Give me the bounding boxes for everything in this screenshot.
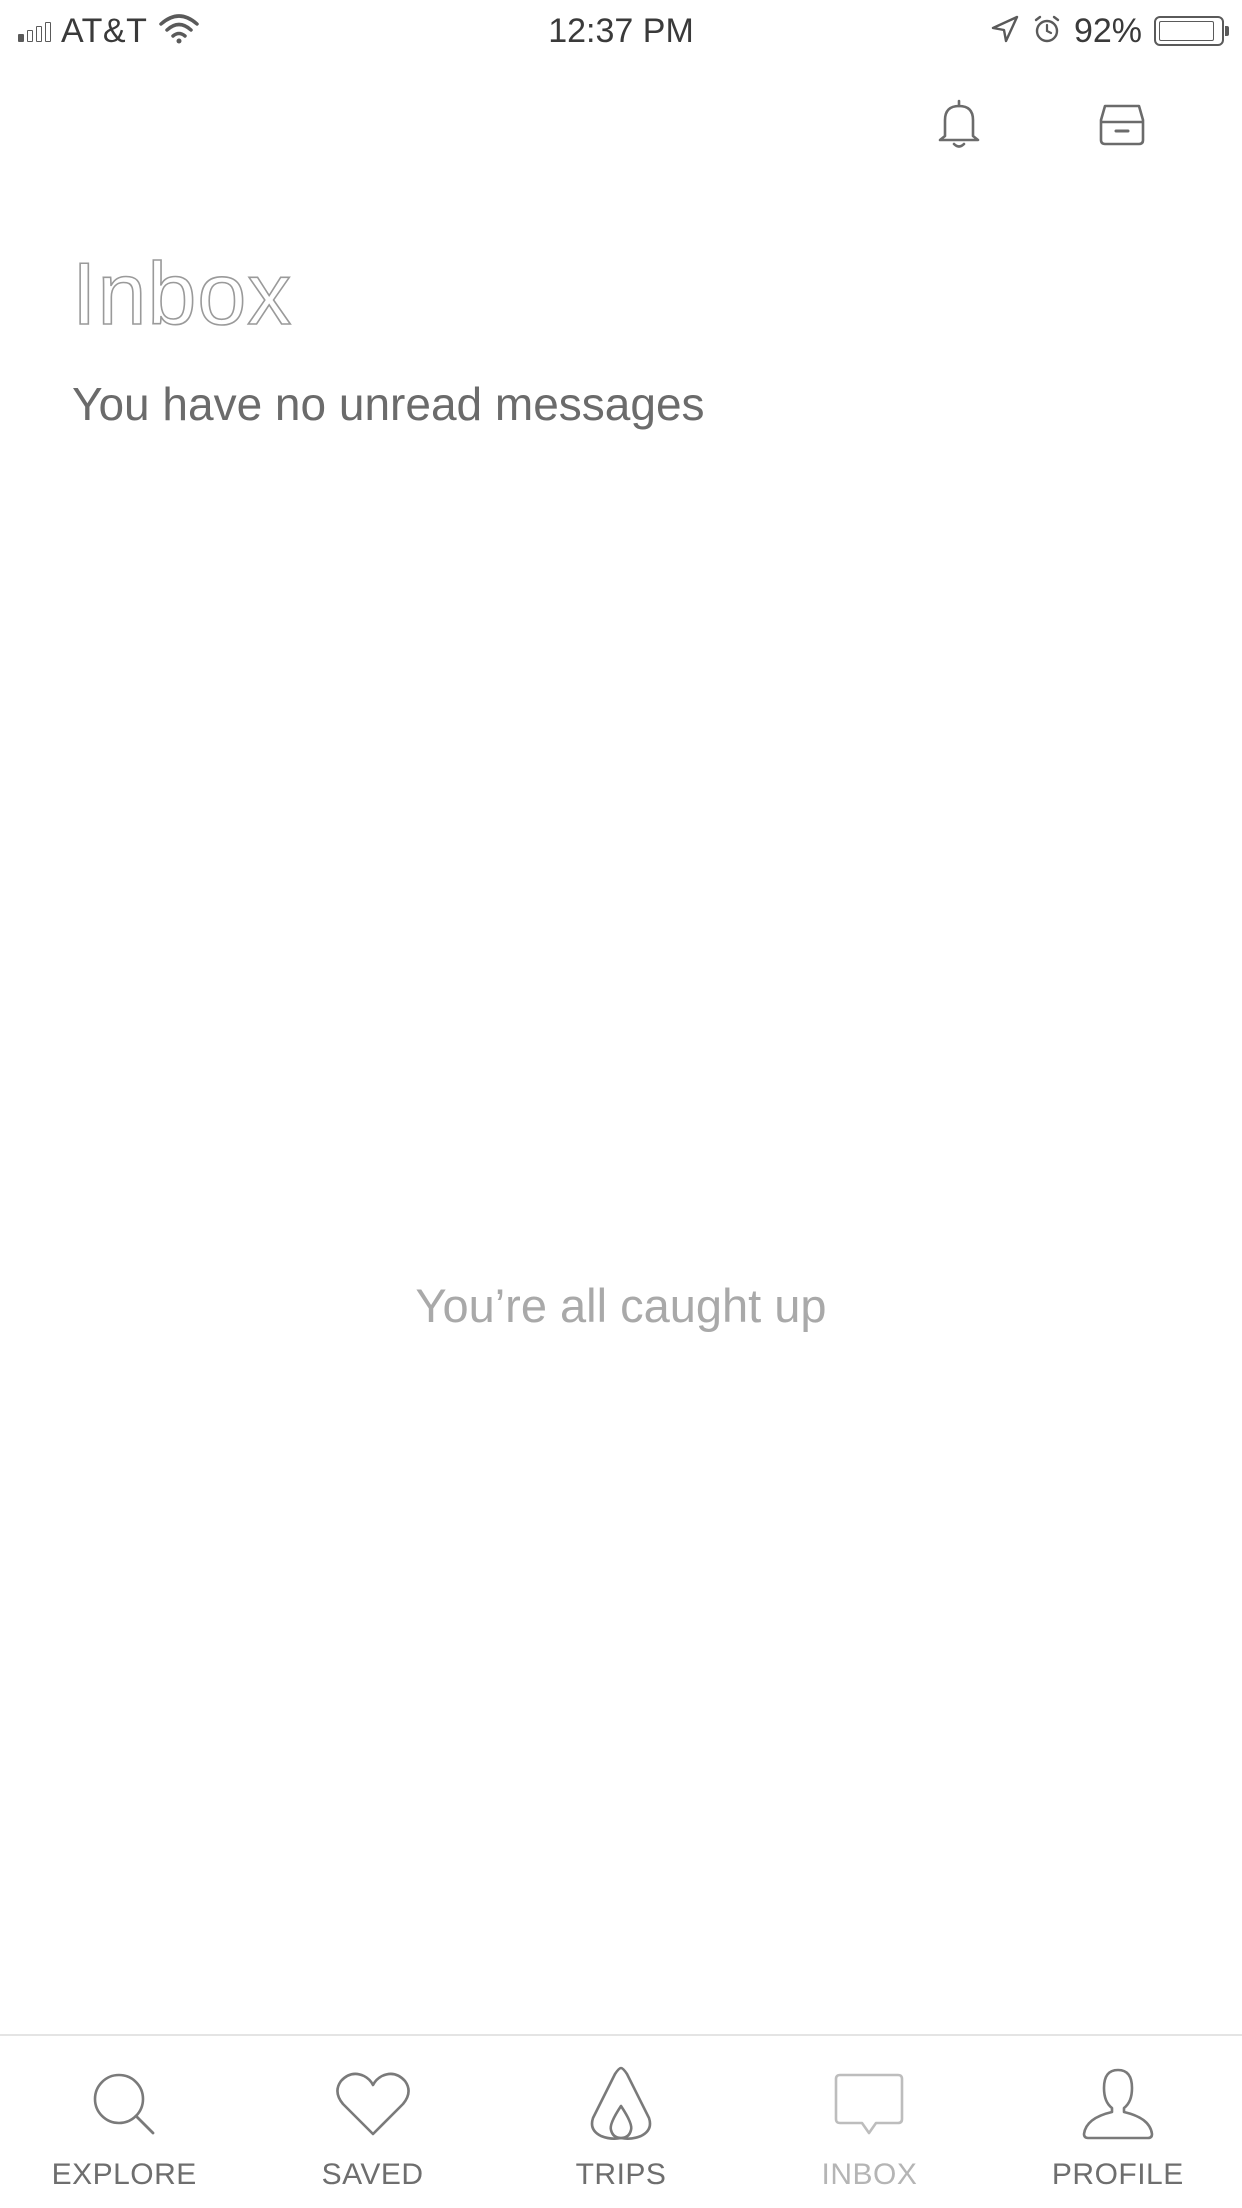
status-bar: AT&T 12:37 PM 92% bbox=[0, 0, 1242, 62]
page-title: Inbox bbox=[71, 243, 293, 344]
heart-icon bbox=[333, 2064, 413, 2144]
tab-label-profile: PROFILE bbox=[1051, 2158, 1184, 2191]
tab-saved[interactable]: SAVED bbox=[248, 2036, 496, 2208]
tab-profile[interactable]: PROFILE bbox=[994, 2036, 1242, 2208]
battery-icon bbox=[1154, 16, 1229, 46]
tab-trips[interactable]: TRIPS bbox=[497, 2036, 745, 2208]
alarm-icon bbox=[1032, 14, 1062, 49]
status-right: 92% bbox=[990, 10, 1229, 52]
message-bubble-icon bbox=[829, 2064, 909, 2144]
bell-icon bbox=[935, 98, 983, 155]
notifications-button[interactable] bbox=[929, 96, 989, 156]
location-arrow-icon bbox=[990, 14, 1020, 49]
tab-bar: EXPLORE SAVED TRIPS INBOX PROFILE bbox=[0, 2034, 1242, 2208]
page-subtitle: You have no unread messages bbox=[72, 378, 705, 430]
archive-button[interactable] bbox=[1092, 96, 1152, 156]
tab-explore[interactable]: EXPLORE bbox=[0, 2036, 248, 2208]
user-icon bbox=[1078, 2064, 1158, 2144]
archive-icon bbox=[1097, 100, 1147, 153]
empty-state-message: You’re all caught up bbox=[415, 1279, 827, 1332]
tab-label-saved: SAVED bbox=[321, 2158, 424, 2191]
battery-percent: 92% bbox=[1073, 11, 1142, 50]
airbnb-logo-icon bbox=[581, 2064, 661, 2144]
search-icon bbox=[84, 2064, 164, 2144]
tab-label-trips: TRIPS bbox=[575, 2158, 667, 2191]
tab-label-explore: EXPLORE bbox=[51, 2158, 197, 2191]
top-actions bbox=[0, 96, 1242, 156]
tab-inbox[interactable]: INBOX bbox=[745, 2036, 993, 2208]
tab-label-inbox: INBOX bbox=[821, 2158, 918, 2191]
